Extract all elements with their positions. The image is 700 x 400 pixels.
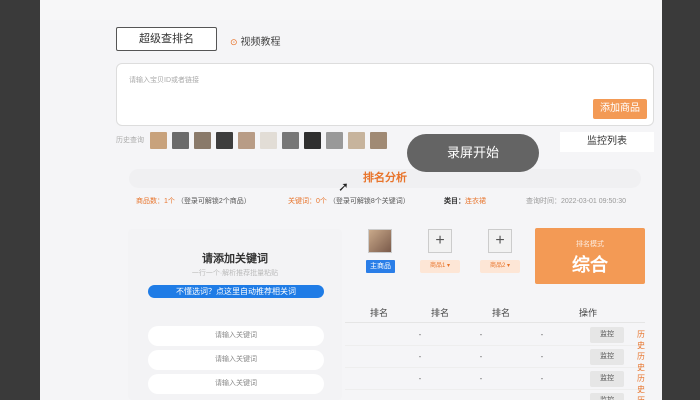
- table-header-rank-3: 排名: [492, 308, 511, 318]
- rank-cell: -: [418, 352, 422, 361]
- category-label: 类目：: [444, 198, 465, 205]
- rank-cell: -: [540, 330, 544, 339]
- table-header-actions: 操作: [579, 308, 598, 318]
- products-value: 1个: [164, 198, 175, 205]
- category-info: 类目：连衣裙: [444, 196, 486, 206]
- query-time: 查询时间：2022-03-01 09:50:30: [526, 196, 626, 206]
- table-header-rank-2: 排名: [431, 308, 450, 318]
- product-input-placeholder: 请输入宝贝ID或者链接: [129, 77, 199, 84]
- add-product-button[interactable]: 添加商品: [593, 99, 647, 119]
- history-thumbnail[interactable]: [150, 131, 167, 149]
- keyword-input[interactable]: 请输入关键词: [148, 374, 324, 394]
- recommend-keywords-button[interactable]: 不懂选词？点这里自动推荐相关词: [148, 285, 324, 298]
- recording-indicator: 录屏开始: [407, 134, 539, 172]
- product-1-select[interactable]: 商品1 ▾: [420, 260, 460, 273]
- rank-mode-label: 排名模式: [576, 241, 604, 248]
- main-product-thumbnail[interactable]: [368, 229, 392, 253]
- video-tutorial-label: 视频教程: [240, 37, 281, 48]
- history-thumbnail[interactable]: [348, 131, 365, 149]
- rank-mode-value: 综合: [572, 255, 608, 275]
- history-thumbnail[interactable]: [326, 131, 343, 149]
- query-time-label: 查询时间：: [526, 198, 561, 205]
- keywords-hint: （登录可解锁8个关键词）: [328, 198, 410, 205]
- top-strip: [40, 0, 662, 20]
- product-2-select[interactable]: 商品2 ▾: [480, 260, 520, 273]
- rank-cell: -: [479, 352, 483, 361]
- table-row: - - - 监控 历史: [345, 390, 645, 400]
- rank-cell: -: [418, 330, 422, 339]
- query-time-value: 2022-03-01 09:50:30: [561, 198, 626, 205]
- history-thumbnail[interactable]: [194, 131, 211, 149]
- history-label: 历史查询: [116, 137, 144, 144]
- product-input-card[interactable]: 请输入宝贝ID或者链接 添加商品: [116, 63, 654, 126]
- keywords-count: 关键词：0个 （登录可解锁8个关键词）: [288, 196, 410, 206]
- category-value: 连衣裙: [465, 198, 486, 205]
- history-thumbnail[interactable]: [370, 131, 387, 149]
- monitor-button[interactable]: 监控: [590, 327, 624, 343]
- keywords-value: 0个: [316, 198, 327, 205]
- monitor-button[interactable]: 监控: [590, 349, 624, 365]
- keyword-input[interactable]: 请输入关键词: [148, 326, 324, 346]
- history-link[interactable]: 历史: [637, 395, 645, 400]
- rank-cell: -: [540, 374, 544, 383]
- mouse-cursor-icon: ➚: [338, 179, 349, 194]
- products-count: 商品数：1个 （登录可解锁2个商品）: [136, 196, 251, 206]
- rank-analysis-title: 排名分析: [129, 169, 641, 188]
- keyword-panel: 请添加关键词 一行一个·解析推荐批量粘贴 不懂选词？点这里自动推荐相关词 请输入…: [128, 229, 342, 400]
- rank-cell: -: [471, 396, 491, 400]
- rank-tool-page: 超级查排名 ⊙ 视频教程 请输入宝贝ID或者链接 添加商品 历史查询 监控列表 排…: [40, 0, 662, 400]
- add-product-2-plus-icon[interactable]: +: [488, 229, 512, 253]
- keyword-panel-title: 请添加关键词: [202, 253, 268, 265]
- add-product-1-plus-icon[interactable]: +: [428, 229, 452, 253]
- rank-cell: -: [410, 396, 430, 400]
- table-row: ---监控历史: [345, 346, 645, 372]
- history-thumbnail[interactable]: [172, 131, 189, 149]
- monitor-button[interactable]: 监控: [590, 393, 624, 400]
- monitor-button[interactable]: 监控: [590, 371, 624, 387]
- history-bar: 历史查询: [116, 131, 392, 149]
- table-row: ---监控历史: [345, 324, 645, 350]
- rank-cell: -: [532, 396, 552, 400]
- table-header-rank-1: 排名: [370, 308, 389, 318]
- keyword-input[interactable]: 请输入关键词: [148, 350, 324, 370]
- keyword-panel-subtitle: 一行一个·解析推荐批量粘贴: [191, 270, 279, 277]
- table-divider: [345, 322, 645, 323]
- keywords-label: 关键词：: [288, 198, 316, 205]
- history-thumbnail[interactable]: [216, 131, 233, 149]
- rank-cell: -: [479, 374, 483, 383]
- rank-mode-card[interactable]: 排名模式 综合: [535, 228, 645, 284]
- super-rank-button[interactable]: 超级查排名: [116, 27, 217, 51]
- history-thumbnail[interactable]: [282, 131, 299, 149]
- monitor-list-button[interactable]: 监控列表: [560, 132, 654, 152]
- history-thumbnail[interactable]: [304, 131, 321, 149]
- products-label: 商品数：: [136, 198, 164, 205]
- rank-cell: -: [418, 374, 422, 383]
- rank-cell: -: [479, 330, 483, 339]
- products-hint: （登录可解锁2个商品）: [176, 198, 251, 205]
- play-circle-icon: ⊙: [230, 37, 238, 47]
- history-thumbnail[interactable]: [238, 131, 255, 149]
- table-row: ---监控历史: [345, 368, 645, 394]
- video-tutorial-link[interactable]: ⊙ 视频教程: [230, 33, 281, 48]
- rank-cell: -: [540, 352, 544, 361]
- main-product-badge: 主商品: [366, 260, 395, 273]
- history-thumbnail[interactable]: [260, 131, 277, 149]
